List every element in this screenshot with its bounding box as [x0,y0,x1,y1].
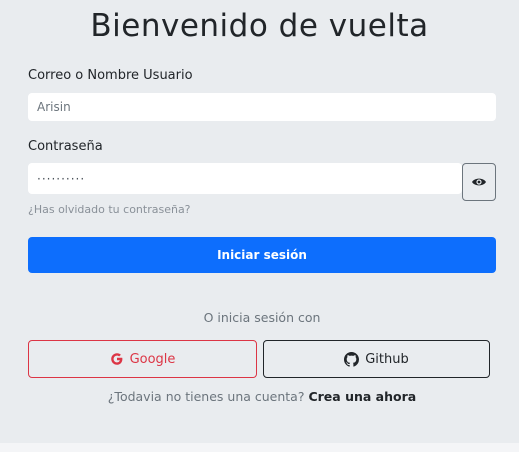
social-login-divider: O inicia sesión con [203,310,321,325]
create-account-link[interactable]: Crea una ahora [308,389,416,404]
page-title: Bienvenido de vuelta [90,8,429,44]
eye-icon [471,176,487,188]
username-input[interactable]: Arisin [28,93,496,121]
signup-prompt: ¿Todavia no tienes una cuenta? Crea una … [0,389,519,404]
password-input[interactable]: ·········· [28,163,462,194]
google-login-button[interactable]: Google [28,340,257,378]
toggle-password-visibility-button[interactable] [462,163,496,201]
forgot-password-link[interactable]: ¿Has olvidado tu contraseña? [28,203,191,216]
google-button-label: Google [129,351,176,367]
github-button-label: Github [365,351,409,367]
login-page: Bienvenido de vuelta Correo o Nombre Usu… [0,0,519,443]
password-label: Contraseña [28,139,103,154]
username-label: Correo o Nombre Usuario [28,68,193,83]
github-icon [344,351,360,367]
google-icon [110,352,124,366]
username-value: Arisin [37,100,71,114]
password-value: ·········· [37,171,86,186]
login-button[interactable]: Iniciar sesión [28,237,496,273]
github-login-button[interactable]: Github [263,340,490,378]
signup-question: ¿Todavia no tienes una cuenta? [107,389,305,404]
